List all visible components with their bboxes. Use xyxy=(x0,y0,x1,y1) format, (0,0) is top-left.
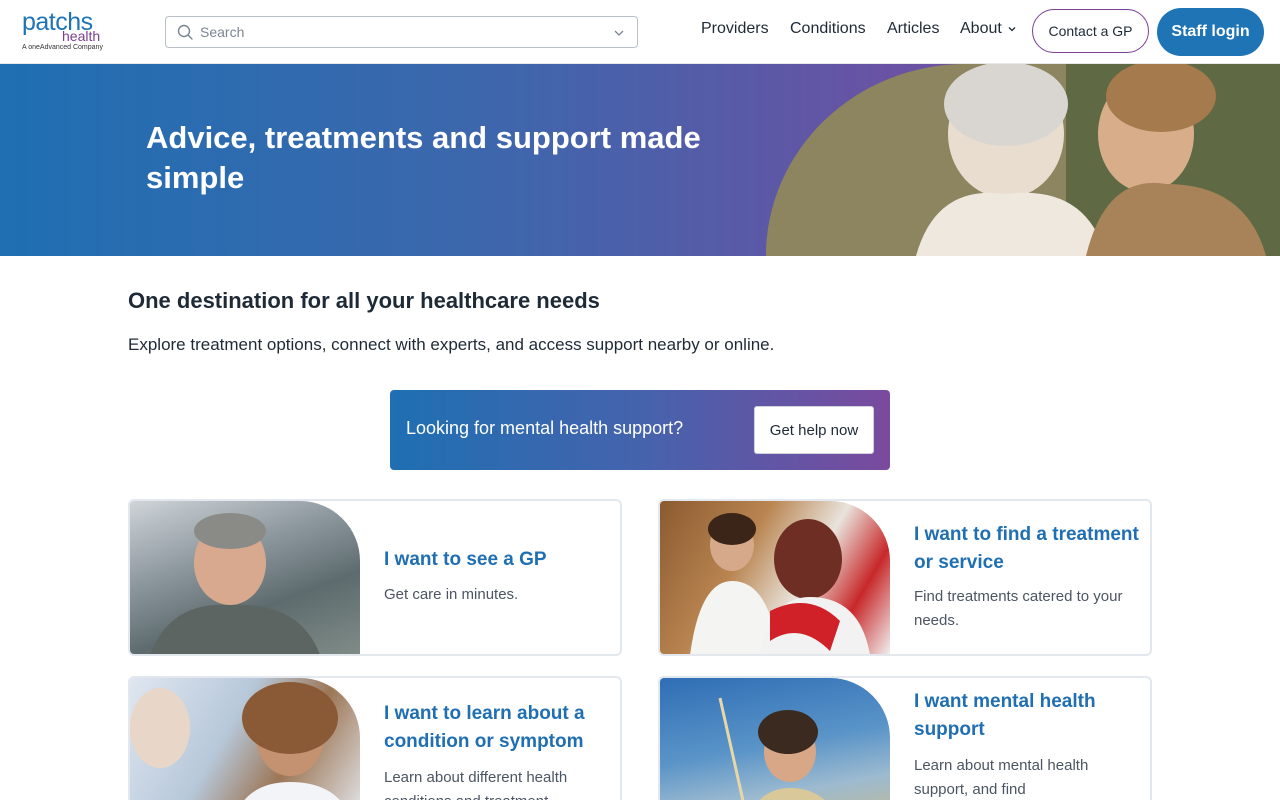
card-image-gp xyxy=(130,501,360,654)
card-see-gp[interactable]: I want to see a GP Get care in minutes. xyxy=(128,499,622,656)
nav-about[interactable]: About xyxy=(960,20,1017,38)
contact-gp-button[interactable]: Contact a GP xyxy=(1032,9,1149,53)
site-header: patchs health A oneAdvanced Company Prov… xyxy=(0,0,1280,64)
card-description: Find treatments catered to your needs. xyxy=(914,588,1123,629)
nav-conditions[interactable]: Conditions xyxy=(790,20,866,38)
card-image-treatment xyxy=(660,501,890,654)
search-icon xyxy=(177,24,193,40)
search-input[interactable] xyxy=(200,17,600,47)
card-find-treatment[interactable]: I want to find a treatment or service Fi… xyxy=(658,499,1152,656)
card-image-mental-health xyxy=(660,678,890,800)
search-box[interactable] xyxy=(165,16,638,48)
patchs-health-logo[interactable]: patchs health A oneAdvanced Company xyxy=(22,8,112,54)
card-description: Get care in minutes. xyxy=(384,586,519,603)
section-title: One destination for all your healthcare … xyxy=(128,288,600,313)
card-title: I want to learn about a condition or sym… xyxy=(384,703,585,752)
section-description: Explore treatment options, connect with … xyxy=(128,335,775,354)
mental-health-photo-illustration xyxy=(718,697,825,800)
card-image-condition xyxy=(130,678,360,800)
hero-banner: Advice, treatments and support made simp… xyxy=(0,64,1280,256)
nav-providers[interactable]: Providers xyxy=(701,20,769,38)
logo-subtitle: health xyxy=(62,28,101,44)
chevron-down-icon xyxy=(1008,26,1016,32)
chevron-down-icon[interactable] xyxy=(613,27,625,39)
mental-health-banner: Looking for mental health support? Get h… xyxy=(390,390,890,470)
nav-about-label: About xyxy=(960,20,1002,37)
hero-photo xyxy=(766,64,1280,256)
card-title: I want to find a treatment or service xyxy=(914,524,1139,573)
card-description: Learn about different health conditions … xyxy=(384,769,568,800)
get-help-now-button[interactable]: Get help now xyxy=(754,406,874,454)
card-title: I want to see a GP xyxy=(384,549,547,570)
staff-login-button[interactable]: Staff login xyxy=(1157,8,1264,56)
gp-photo-illustration xyxy=(150,513,320,654)
treatment-photo-illustration xyxy=(690,513,870,654)
card-title: I want mental health support xyxy=(914,691,1096,740)
card-description: Learn about mental health support, and f… xyxy=(914,757,1089,798)
nav-articles[interactable]: Articles xyxy=(887,20,939,38)
card-mental-health-support[interactable]: I want mental health support Learn about… xyxy=(658,676,1152,800)
logo-company-tagline: A oneAdvanced Company xyxy=(22,44,103,51)
condition-photo-illustration xyxy=(130,682,340,800)
card-learn-condition[interactable]: I want to learn about a condition or sym… xyxy=(128,676,622,800)
hero-photo-illustration xyxy=(766,64,1280,256)
banner-text: Looking for mental health support? xyxy=(406,418,684,438)
hero-title: Advice, treatments and support made simp… xyxy=(146,120,701,195)
